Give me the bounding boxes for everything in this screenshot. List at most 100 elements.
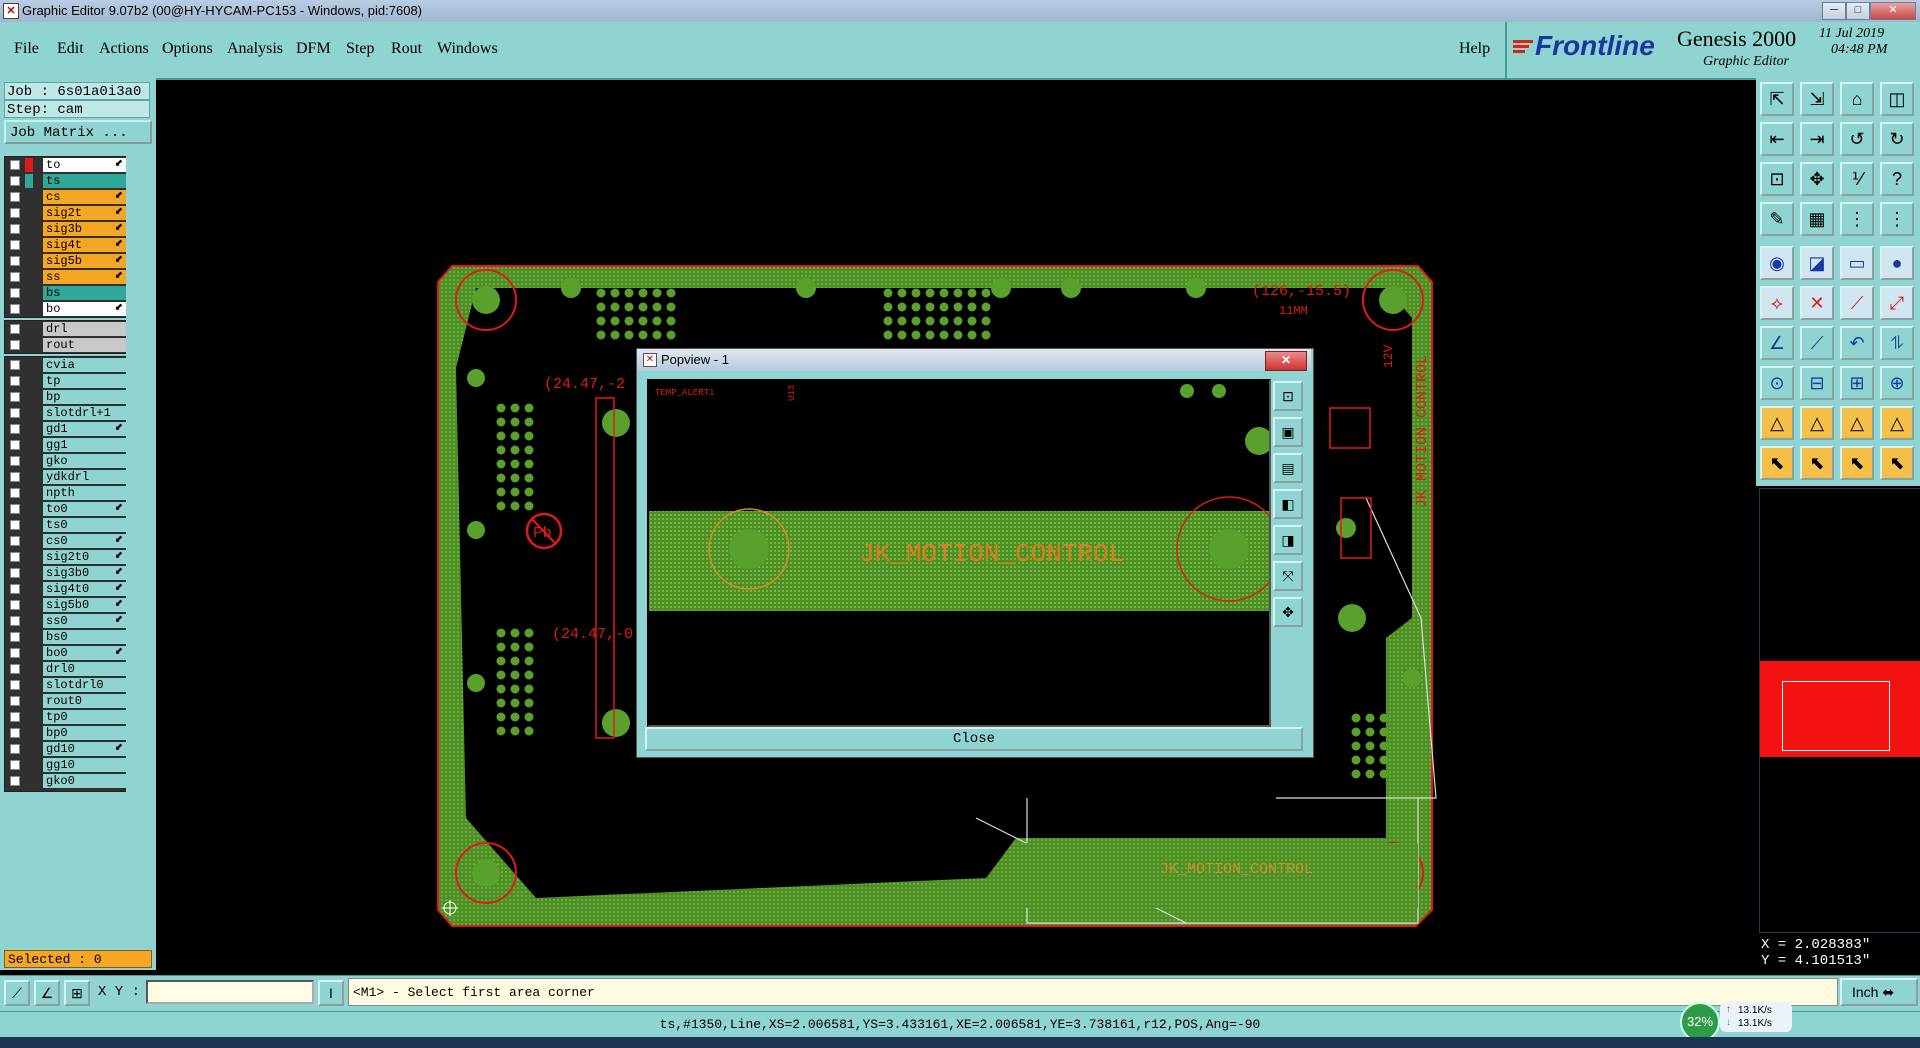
layer-row-sig2t[interactable]: sig2t ⬋ [5, 205, 127, 221]
layer-name[interactable]: tp0 [43, 710, 127, 724]
layer-name[interactable]: bo0 ⬋ [43, 646, 127, 660]
layer-checkbox[interactable] [10, 632, 20, 642]
layer-name[interactable]: sig2t0 ⬋ [43, 550, 127, 564]
minimize-button[interactable]: ─ [1822, 2, 1846, 20]
layer-checkbox[interactable] [10, 256, 20, 266]
layer-name[interactable]: to0 ⬋ [43, 502, 127, 516]
pan-left-icon[interactable]: ⇤ [1760, 122, 1794, 156]
layer-name[interactable]: bo ⬋ [43, 302, 127, 316]
layer-checkbox[interactable] [10, 584, 20, 594]
menu-actions[interactable]: Actions [99, 40, 149, 58]
layer-checkbox[interactable] [10, 176, 20, 186]
add-icon[interactable]: ⊕ [1880, 366, 1914, 400]
text-cursor-icon[interactable]: I [318, 980, 344, 1006]
layer-name[interactable]: gd1 ⬋ [43, 422, 127, 436]
layer-name[interactable]: cs0 ⬋ [43, 534, 127, 548]
layer-checkbox[interactable] [10, 744, 20, 754]
layer-scrollbar[interactable] [126, 150, 154, 950]
surface-icon[interactable]: ◪ [1800, 246, 1834, 280]
menu-edit[interactable]: Edit [57, 40, 84, 58]
layer-checkbox[interactable] [10, 504, 20, 514]
layer-checkbox[interactable] [10, 240, 20, 250]
layers-icon[interactable]: ⋮ [1840, 202, 1874, 236]
layer-name[interactable]: rout0 [43, 694, 127, 708]
layer-row-to0[interactable]: to0 ⬋ [5, 501, 127, 517]
layer-checkbox[interactable] [10, 488, 20, 498]
select2-icon[interactable]: ⬉ [1800, 446, 1834, 480]
select-icon[interactable]: ⬉ [1760, 446, 1794, 480]
triangle3-icon[interactable]: △ [1840, 406, 1874, 440]
layer-row-ss0[interactable]: ss0 ⬋ [5, 613, 127, 629]
layer-row-tp0[interactable]: tp0 [5, 709, 127, 725]
select4-icon[interactable]: ⬉ [1880, 446, 1914, 480]
layer-checkbox[interactable] [10, 424, 20, 434]
pan-right-icon[interactable]: ⇥ [1800, 122, 1834, 156]
undo-icon[interactable]: ↺ [1840, 122, 1874, 156]
move-icon[interactable]: ✥ [1800, 162, 1834, 196]
layer-checkbox[interactable] [10, 728, 20, 738]
layer-row-bp0[interactable]: bp0 [5, 725, 127, 741]
layer-row-gg10[interactable]: gg10 [5, 757, 127, 773]
panel-icon[interactable]: ⊟ [1800, 366, 1834, 400]
layer-name[interactable]: cvia [43, 358, 127, 372]
layer-checkbox[interactable] [10, 568, 20, 578]
layer-row-sig4t0[interactable]: sig4t0 ⬋ [5, 581, 127, 597]
layer-name[interactable]: sig4t ⬋ [43, 238, 127, 252]
popview-canvas[interactable]: JK_MOTION_CONTROL TEMP_ALERT1 U13 [647, 379, 1271, 727]
layer-checkbox[interactable] [10, 192, 20, 202]
layer-checkbox[interactable] [10, 472, 20, 482]
pad-icon[interactable]: ◉ [1760, 246, 1794, 280]
split-icon[interactable]: ◫ [1880, 82, 1914, 116]
help-icon[interactable]: ? [1880, 162, 1914, 196]
layer-name[interactable]: sig3b0 ⬋ [43, 566, 127, 580]
layer-row-ts[interactable]: ts [5, 173, 127, 189]
layer-name[interactable]: sig3b ⬋ [43, 222, 127, 236]
layer-checkbox[interactable] [10, 272, 20, 282]
layer-checkbox[interactable] [10, 288, 20, 298]
layer-name[interactable]: drl [43, 322, 127, 336]
layer-name[interactable]: cs ⬋ [43, 190, 127, 204]
layer-name[interactable]: ts [43, 174, 127, 188]
layer-name[interactable]: bp0 [43, 726, 127, 740]
layer-row-gd1[interactable]: gd1 ⬋ [5, 421, 127, 437]
layer-name[interactable]: sig5b0 ⬋ [43, 598, 127, 612]
array-icon[interactable]: ⊞ [1840, 366, 1874, 400]
layer-name[interactable]: to ⬋ [43, 158, 127, 172]
triangle4-icon[interactable]: △ [1880, 406, 1914, 440]
layer-row-cs0[interactable]: cs0 ⬋ [5, 533, 127, 549]
menu-step[interactable]: Step [346, 40, 374, 58]
layer-color-swatch[interactable] [25, 158, 33, 172]
layer-checkbox[interactable] [10, 648, 20, 658]
layer-row-tp[interactable]: tp [5, 373, 127, 389]
close-window-button[interactable]: ✕ [1870, 2, 1916, 20]
layer-checkbox[interactable] [10, 520, 20, 530]
layer-row-sig2t0[interactable]: sig2t0 ⬋ [5, 549, 127, 565]
target-icon[interactable]: ⊙ [1760, 366, 1794, 400]
layer-name[interactable]: slotdrl+1 [43, 406, 127, 420]
layer-name[interactable]: bp [43, 390, 127, 404]
popview-zoom-out-icon[interactable]: ▤ [1273, 453, 1303, 483]
redo-icon[interactable]: ↻ [1880, 122, 1914, 156]
angle-icon[interactable]: ∠ [34, 980, 60, 1006]
layer-row-ydkdrl[interactable]: ydkdrl [5, 469, 127, 485]
xy-input[interactable] [146, 980, 314, 1004]
resize-icon[interactable]: ⤢ [1880, 286, 1914, 320]
layer-name[interactable]: npth [43, 486, 127, 500]
layer-row-sig3b0[interactable]: sig3b0 ⬋ [5, 565, 127, 581]
layer-name[interactable]: slotdrl0 [43, 678, 127, 692]
menu-options[interactable]: Options [162, 40, 213, 58]
scale-icon[interactable]: ⅟ [1840, 162, 1874, 196]
grid-icon[interactable]: ▦ [1800, 202, 1834, 236]
layer-checkbox[interactable] [10, 616, 20, 626]
layer-row-bo0[interactable]: bo0 ⬋ [5, 645, 127, 661]
menu-help[interactable]: Help [1459, 40, 1490, 58]
layer-checkbox[interactable] [10, 324, 20, 334]
layer-row-ts0[interactable]: ts0 [5, 517, 127, 533]
layer-row-bo[interactable]: bo ⬋ [5, 301, 127, 317]
popview-zoom-in-icon[interactable]: ▣ [1273, 417, 1303, 447]
layer-row-drl[interactable]: drl [5, 321, 127, 337]
layer-checkbox[interactable] [10, 664, 20, 674]
home-icon[interactable]: ⌂ [1840, 82, 1874, 116]
layer-row-gg1[interactable]: gg1 [5, 437, 127, 453]
layer-row-ss[interactable]: ss ⬋ [5, 269, 127, 285]
